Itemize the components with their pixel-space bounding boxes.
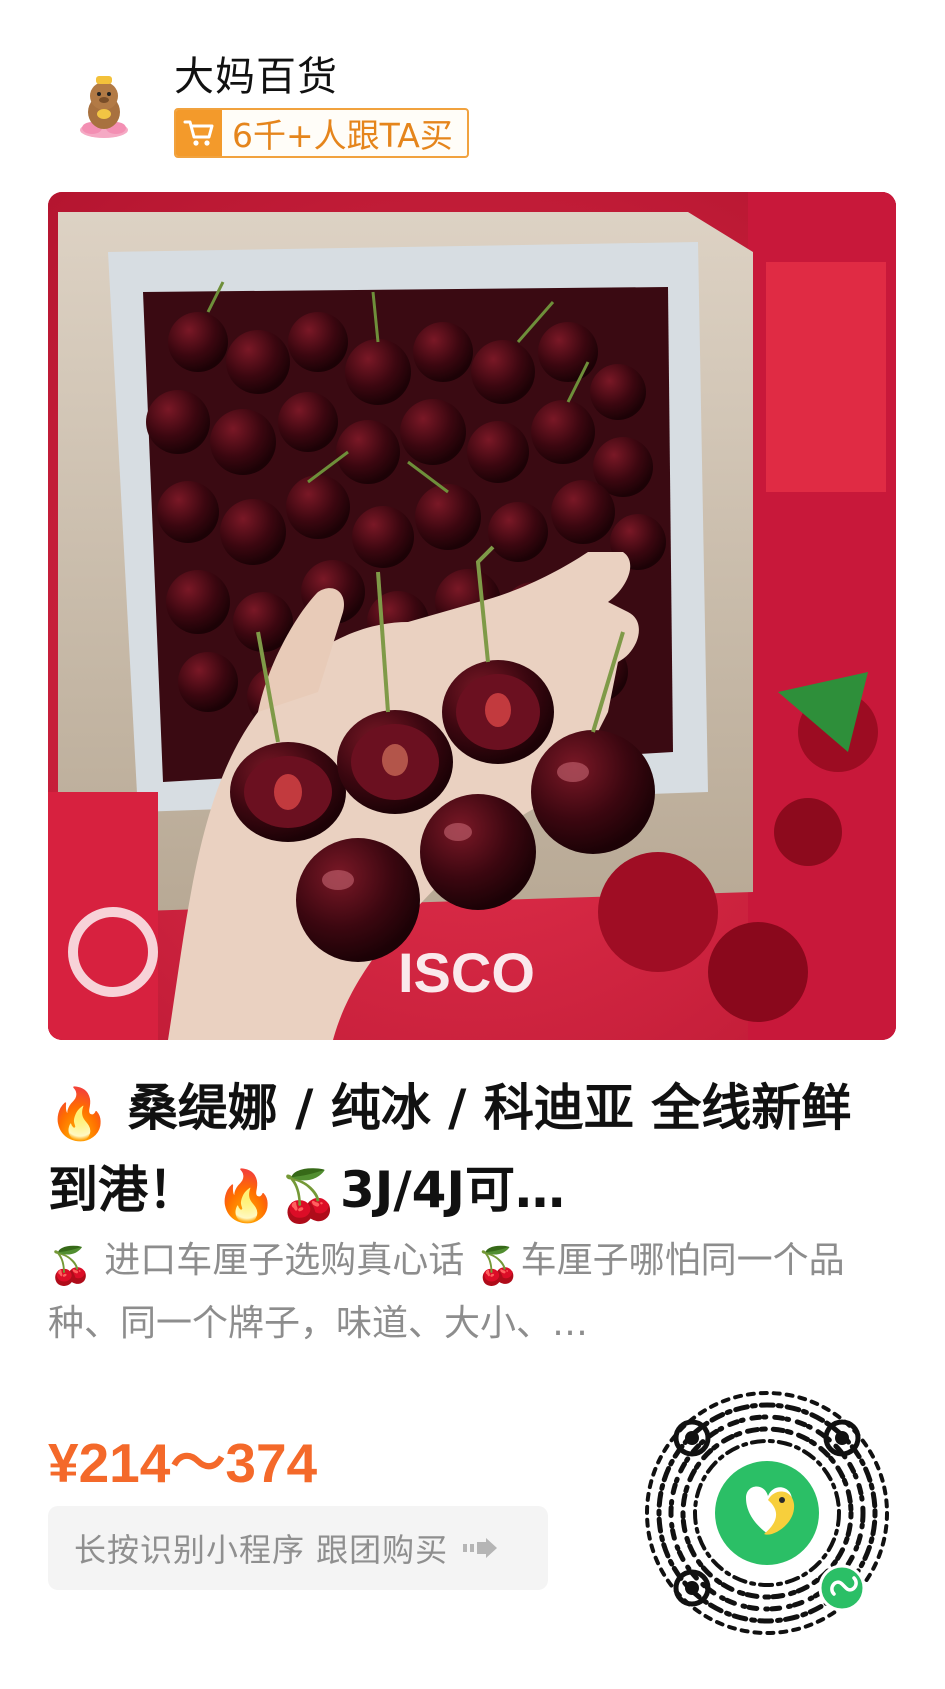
cherries-photo: ISCO (48, 192, 896, 1040)
product-image[interactable]: ISCO (48, 192, 896, 1040)
product-title[interactable]: 🔥 桑缇娜 / 纯冰 / 科迪亚 全线新鲜到港！ 🔥🍒3J/4J可… (48, 1070, 896, 1234)
shop-name[interactable]: 大妈百货 (174, 44, 338, 102)
mini-program-qr-icon (645, 1391, 889, 1635)
cherry-icon: 🍒 (475, 1246, 521, 1287)
forward-arrow-icon (462, 1537, 498, 1559)
fire-cherry-icon: 🔥🍒 (215, 1167, 340, 1225)
description-text: 进口车厘子选购真心话 (104, 1240, 465, 1281)
product-title-tail: 3J/4J可… (339, 1161, 565, 1219)
mascot-avatar-icon (80, 76, 128, 138)
cherry-icon: 🍒 (48, 1246, 93, 1287)
buyers-count-text: 6千+人跟TA买 (232, 116, 453, 155)
mini-program-code[interactable] (642, 1388, 892, 1638)
shop-avatar[interactable] (62, 62, 146, 146)
svg-text:ISCO: ISCO (398, 941, 535, 1004)
join-group-buy-label: 长按识别小程序 跟团购买 (74, 1531, 449, 1569)
share-card: 大妈百货 6千+人跟TA买 ISCO 🔥 桑缇娜 / 纯冰 / 科迪亚 全线新鲜… (0, 0, 945, 1689)
join-group-buy-button[interactable]: 长按识别小程序 跟团购买 (48, 1506, 548, 1590)
shopping-cart-icon (176, 110, 222, 156)
fire-icon: 🔥 (48, 1085, 111, 1143)
buyers-count-badge: 6千+人跟TA买 (174, 108, 469, 158)
product-description: 🍒 进口车厘子选购真心话 🍒车厘子哪怕同一个品种、同一个牌子，味道、大小、… (48, 1232, 896, 1352)
price-range: ¥214～374 (48, 1432, 318, 1494)
